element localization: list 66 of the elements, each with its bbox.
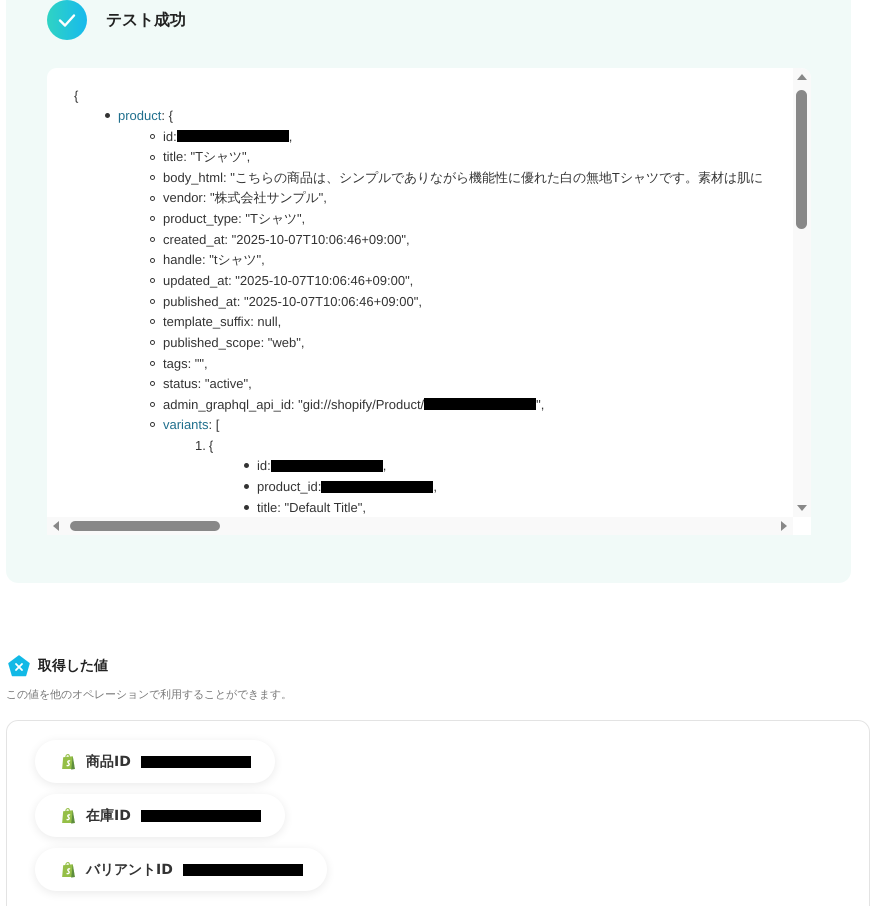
horizontal-scrollbar[interactable] xyxy=(47,517,793,535)
code-text: published_scope: "web", xyxy=(163,334,304,350)
variable-icon xyxy=(8,655,30,677)
bullet xyxy=(150,381,155,386)
code-text: : [ xyxy=(208,417,220,432)
bullet xyxy=(150,175,155,180)
code-text: , xyxy=(288,128,292,144)
code-text: updated_at: "2025-10-07T10:06:46+09:00", xyxy=(163,273,414,288)
shopping-bag-icon xyxy=(61,753,76,770)
bullet xyxy=(244,504,249,510)
bullet xyxy=(150,258,155,263)
code-text: body_html: "こちらの商品は、シンプルでありながら機能性に優れた白の無地Tシャツです。素材は肌に xyxy=(163,168,763,187)
result-title: テスト成功 xyxy=(106,10,186,30)
scroll-up-icon[interactable] xyxy=(797,74,807,80)
bullet xyxy=(105,113,110,118)
value-chip[interactable]: バリアントID xyxy=(35,848,327,891)
section-title: 取得した値 xyxy=(38,657,108,675)
bullet xyxy=(150,236,155,242)
bullet xyxy=(150,196,155,201)
object-key[interactable]: product xyxy=(118,108,162,124)
scroll-left-icon[interactable] xyxy=(53,521,59,531)
bullet xyxy=(150,154,155,160)
bullet xyxy=(150,216,155,222)
code-text: , xyxy=(433,479,437,494)
bullet xyxy=(150,340,155,345)
value-chip[interactable]: 商品ID xyxy=(35,740,275,783)
code-text: admin_graphql_api_id: "gid://shopify/Product/ xyxy=(163,396,424,412)
bullet xyxy=(244,463,249,468)
bullet xyxy=(150,402,155,407)
vertical-scrollbar[interactable] xyxy=(793,68,811,517)
code-text: tags: "", xyxy=(163,356,208,371)
bullet xyxy=(150,422,155,428)
code-text: status: "active", xyxy=(163,376,252,392)
scroll-right-icon[interactable] xyxy=(781,521,787,531)
code-text: id: xyxy=(163,128,177,144)
code-text: : { xyxy=(161,108,173,124)
bullet xyxy=(150,360,155,366)
code-text: vendor: "株式会社サンプル", xyxy=(163,189,327,208)
list-number: 1. xyxy=(195,438,206,453)
scroll-down-icon[interactable] xyxy=(797,505,807,511)
shopping-bag-icon xyxy=(61,861,76,878)
bullet xyxy=(150,134,155,139)
code-text: title: "Default Title", xyxy=(257,500,366,515)
object-key[interactable]: variants xyxy=(163,417,209,432)
check-icon xyxy=(47,0,87,40)
bullet xyxy=(150,298,155,304)
code-text: published_at: "2025-10-07T10:06:46+09:00", xyxy=(163,294,422,309)
section-description: この値を他のオペレーションで利用することができます。 xyxy=(6,687,293,702)
value-chip[interactable]: 在庫ID xyxy=(35,794,285,837)
bullet xyxy=(244,484,249,490)
code-text: , xyxy=(382,458,386,474)
code-text: product_id: xyxy=(257,479,322,494)
code-text: product_type: "Tシャツ", xyxy=(163,210,306,228)
code-text: { xyxy=(74,88,78,103)
scroll-thumb[interactable] xyxy=(70,521,220,531)
code-text: ", xyxy=(536,396,544,412)
code-text: template_suffix: null, xyxy=(163,314,282,330)
scroll-thumb[interactable] xyxy=(796,90,807,229)
bullet xyxy=(150,319,155,324)
code-text: handle: "tシャツ", xyxy=(163,251,265,270)
shopping-bag-icon xyxy=(61,807,76,824)
code-text: { xyxy=(208,438,214,453)
code-text: title: "Tシャツ", xyxy=(163,148,250,166)
code-text: id: xyxy=(257,458,271,474)
bullet xyxy=(150,278,155,284)
code-text: created_at: "2025-10-07T10:06:46+09:00", xyxy=(163,232,410,247)
